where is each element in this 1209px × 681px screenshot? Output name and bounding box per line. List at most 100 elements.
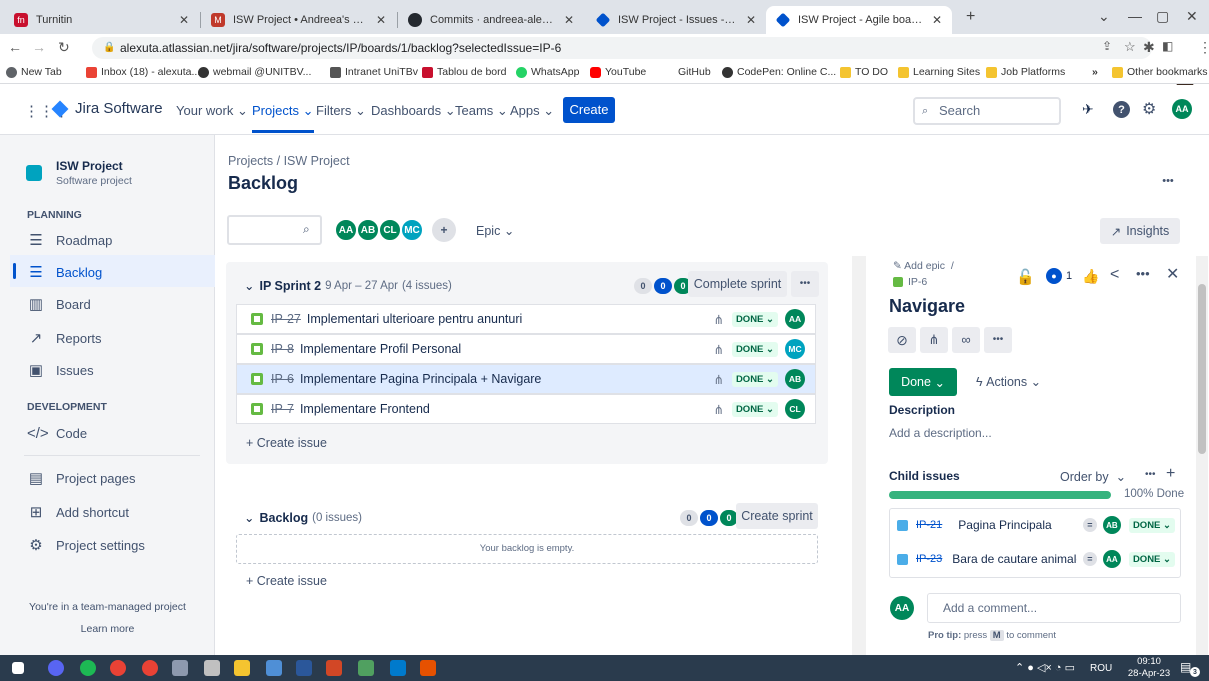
close-icon[interactable]: ✕: [376, 13, 386, 27]
description-field[interactable]: Add a description...: [889, 426, 992, 440]
bookmark-folder[interactable]: Learning Sites: [898, 66, 980, 78]
more-actions-button[interactable]: •••: [1153, 168, 1183, 194]
nav-dashboards[interactable]: Dashboards ⌄: [371, 103, 456, 119]
assignee-avatar[interactable]: AB: [785, 369, 805, 389]
share-icon[interactable]: ⇪: [1102, 39, 1112, 53]
language-indicator[interactable]: ROU: [1090, 663, 1112, 674]
issue-key-link[interactable]: IP-6: [893, 276, 927, 288]
tab-jira-issues[interactable]: ISW Project - Issues - Jira ✕: [586, 6, 766, 34]
system-tray-icons[interactable]: ⌃ ● ◁× ◔ ▭: [1015, 661, 1075, 674]
calculator-icon[interactable]: [172, 660, 188, 676]
tab-search-icon[interactable]: ⌄: [1098, 8, 1110, 25]
create-button[interactable]: Create: [563, 97, 615, 123]
word-icon[interactable]: [296, 660, 312, 676]
project-name[interactable]: ISW Project: [56, 159, 123, 173]
insights-button[interactable]: ↗ Insights: [1100, 218, 1180, 244]
new-tab-button[interactable]: +: [966, 8, 975, 26]
user-avatar[interactable]: AA: [1172, 99, 1192, 119]
forward-icon[interactable]: →: [32, 39, 46, 55]
more-bookmarks-button[interactable]: »: [1092, 66, 1098, 78]
nav-filters[interactable]: Filters ⌄: [316, 103, 366, 119]
nav-apps[interactable]: Apps ⌄: [510, 103, 554, 119]
bookmark-star-icon[interactable]: ☆: [1124, 39, 1136, 55]
filter-avatar[interactable]: MC: [400, 218, 424, 242]
attach-icon[interactable]: ⊘: [888, 327, 916, 353]
sprint-more-button[interactable]: •••: [791, 271, 819, 297]
table-row[interactable]: IP-7 Implementare Frontend ⋔ DONE ⌄ CL: [236, 394, 816, 424]
extensions-icon[interactable]: ✱: [1143, 39, 1155, 56]
list-item[interactable]: IP-21 Pagina Principala = AB DONE ⌄: [889, 510, 1181, 540]
jira-logo[interactable]: Jira Software: [51, 100, 163, 117]
add-epic-link[interactable]: ✎ Add epic /: [893, 260, 954, 272]
tab-turnitin[interactable]: fn Turnitin ✕: [4, 6, 199, 34]
link-icon[interactable]: ∞: [952, 327, 980, 353]
browser-menu-icon[interactable]: ⋮: [1198, 39, 1209, 56]
chrome-icon[interactable]: [110, 660, 126, 676]
chrome-icon[interactable]: [142, 660, 158, 676]
table-row[interactable]: IP-27 Implementari ulterioare pentru anu…: [236, 304, 816, 334]
assignee-avatar[interactable]: AA: [1102, 550, 1121, 568]
spotify-icon[interactable]: [80, 660, 96, 676]
add-child-icon[interactable]: +: [1166, 465, 1175, 483]
status-badge[interactable]: DONE ⌄: [731, 341, 778, 357]
bookmark[interactable]: Intranet UniTBv: [330, 66, 418, 78]
assignee-avatar[interactable]: AB: [1102, 516, 1121, 534]
xampp-icon[interactable]: [420, 660, 436, 676]
learn-more-link[interactable]: Learn more: [0, 623, 215, 635]
close-icon[interactable]: ✕: [746, 13, 756, 27]
assignee-avatar[interactable]: MC: [785, 339, 805, 359]
minimize-icon[interactable]: —: [1128, 8, 1142, 24]
window-close-icon[interactable]: ✕: [1186, 8, 1198, 25]
more-icon[interactable]: •••: [1136, 266, 1150, 281]
status-badge[interactable]: DONE ⌄: [731, 371, 778, 387]
powerpoint-icon[interactable]: [326, 660, 342, 676]
bookmark-folder[interactable]: Job Platforms: [986, 66, 1065, 78]
back-icon[interactable]: ←: [8, 39, 22, 55]
close-icon[interactable]: ✕: [932, 13, 942, 27]
bookmark[interactable]: New Tab: [6, 66, 62, 78]
tab-workspace[interactable]: M ISW Project • Andreea's Workspa ✕: [201, 6, 396, 34]
url-field[interactable]: 🔒 alexuta.atlassian.net/jira/software/pr…: [92, 37, 1152, 59]
sidebar-item-board[interactable]: ▥ Board: [27, 295, 91, 313]
more-icon[interactable]: •••: [1145, 469, 1156, 480]
help-icon[interactable]: ?: [1113, 101, 1130, 118]
close-icon[interactable]: ✕: [564, 13, 574, 27]
more-icon[interactable]: •••: [984, 327, 1012, 353]
lock-icon[interactable]: 🔓: [1016, 268, 1035, 286]
bookmark[interactable]: webmail @UNITBV...: [198, 66, 311, 78]
complete-sprint-button[interactable]: Complete sprint: [688, 271, 787, 297]
notifications-icon[interactable]: ✈: [1082, 101, 1094, 118]
list-item[interactable]: IP-23 Bara de cautare animale... = AA DO…: [889, 544, 1181, 574]
create-issue-button[interactable]: + Create issue: [246, 436, 327, 450]
status-badge[interactable]: DONE ⌄: [731, 401, 778, 417]
bookmark[interactable]: Inbox (18) - alexuta...: [86, 66, 200, 78]
settings-gear-icon[interactable]: ⚙: [1142, 99, 1156, 119]
sidebar-item-code[interactable]: </> Code: [27, 425, 87, 442]
windows-start-icon[interactable]: [12, 662, 24, 674]
actions-dropdown[interactable]: ϟ Actions ⌄: [976, 374, 1041, 389]
maximize-icon[interactable]: ▢: [1156, 8, 1169, 25]
order-by-dropdown[interactable]: Order by ⌄: [1060, 469, 1126, 484]
tab-commits[interactable]: Commits · andreea-alexuta/ISW/ ✕: [398, 6, 584, 34]
status-badge[interactable]: DONE ⌄: [1128, 517, 1175, 533]
comment-input[interactable]: Add a comment...: [927, 593, 1181, 623]
close-panel-icon[interactable]: ✕: [1166, 264, 1179, 284]
reload-icon[interactable]: ↻: [58, 39, 70, 56]
nav-your-work[interactable]: Your work ⌄: [176, 103, 248, 119]
bookmark[interactable]: WhatsApp: [516, 66, 579, 78]
file-explorer-icon[interactable]: [234, 660, 250, 676]
sidebar-item-issues[interactable]: ▣ Issues: [27, 361, 94, 379]
sprint-header[interactable]: ⌄ IP Sprint 2 9 Apr – 27 Apr (4 issues): [244, 278, 452, 294]
notepad-icon[interactable]: [266, 660, 282, 676]
clock-date[interactable]: 28-Apr-23: [1124, 668, 1174, 679]
bookmark-folder[interactable]: TO DO: [840, 66, 888, 78]
create-issue-button[interactable]: + Create issue: [246, 574, 327, 588]
sidebar-item-project-pages[interactable]: ▤ Project pages: [27, 469, 136, 487]
tab-jira-agile-board[interactable]: ISW Project - Agile board - Jira ✕: [766, 6, 952, 34]
table-row-selected[interactable]: IP-6 Implementare Pagina Principala + Na…: [236, 364, 816, 394]
status-badge[interactable]: DONE ⌄: [1128, 551, 1175, 567]
other-bookmarks[interactable]: Other bookmarks: [1112, 66, 1208, 78]
nav-teams[interactable]: Teams ⌄: [455, 103, 508, 119]
discord-icon[interactable]: [48, 660, 64, 676]
filter-avatar[interactable]: AB: [356, 218, 380, 242]
